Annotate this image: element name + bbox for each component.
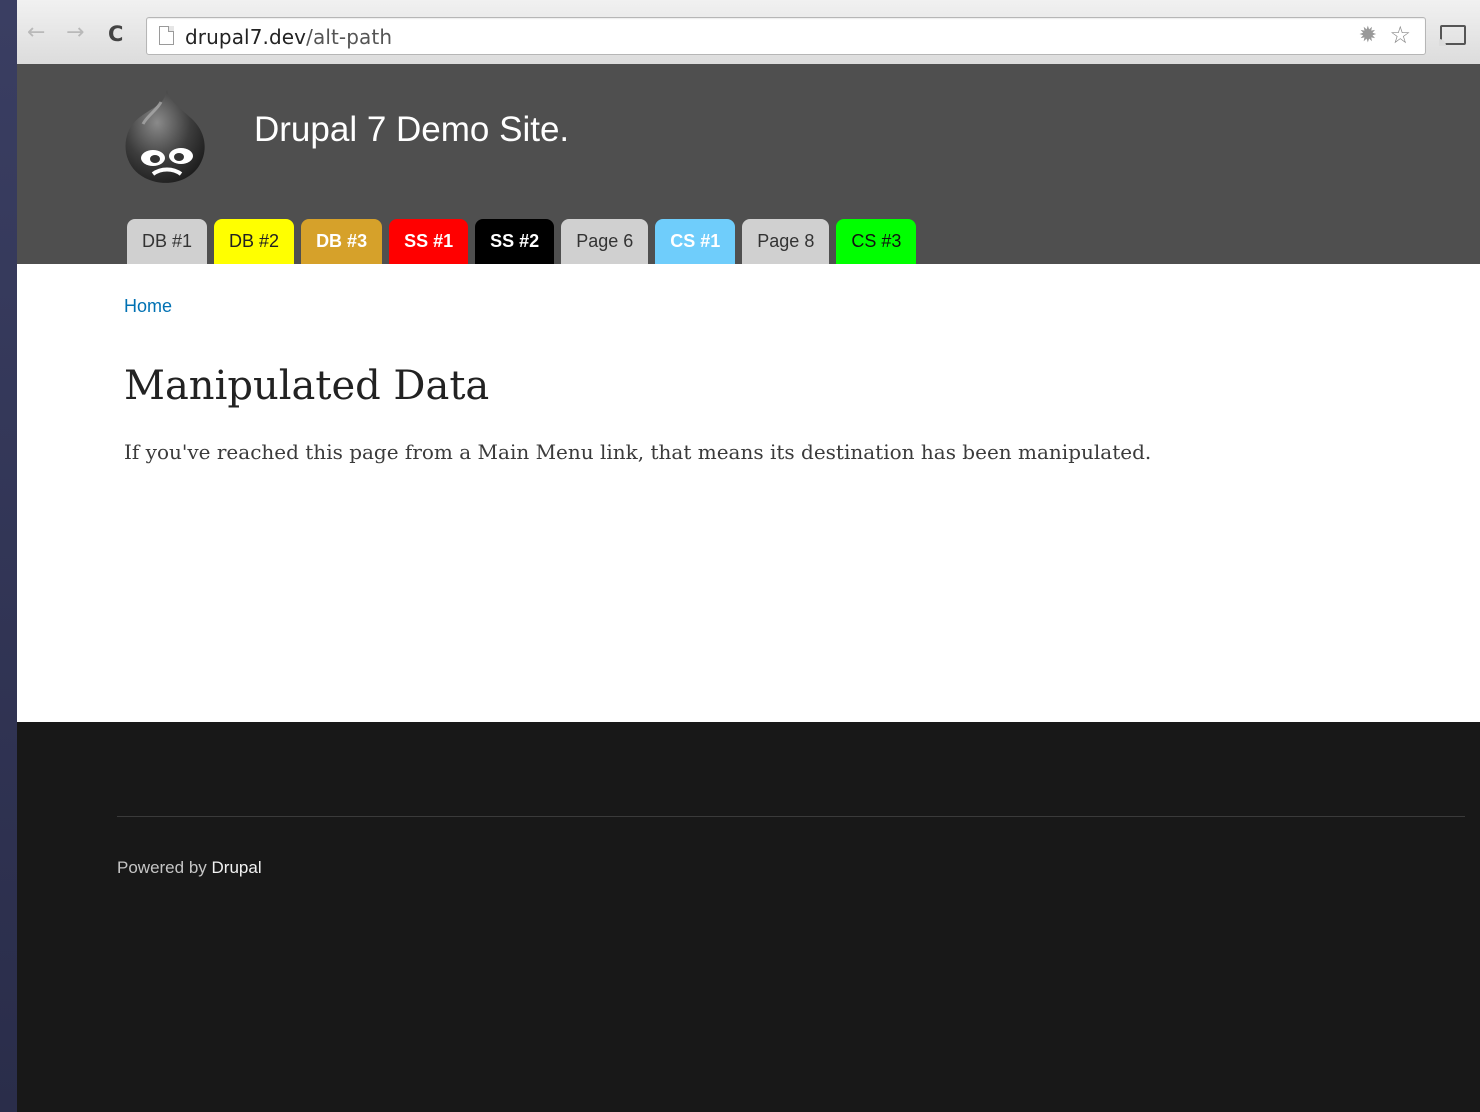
page-icon [159, 26, 174, 45]
url-host: drupal7.dev [185, 25, 307, 49]
menu-tab-page-6[interactable]: Page 6 [561, 219, 649, 264]
site-header: Drupal 7 Demo Site. DB #1 DB #2 DB #3 SS… [17, 64, 1480, 264]
back-arrow-icon[interactable]: ← [27, 22, 45, 44]
powered-by-prefix: Powered by [117, 858, 207, 877]
menu-tab-db-2[interactable]: DB #2 [214, 219, 295, 264]
page-title: Manipulated Data [124, 363, 490, 409]
menu-tab-cs-1[interactable]: CS #1 [655, 219, 736, 264]
footer-divider [117, 816, 1465, 817]
bookmark-star-icon[interactable]: ☆ [1389, 21, 1411, 49]
site-footer: Powered by Drupal [17, 722, 1480, 1112]
menu-tab-cs-3[interactable]: CS #3 [836, 219, 917, 264]
url-text[interactable]: drupal7.dev/alt-path [185, 25, 392, 49]
url-path: /alt-path [306, 25, 393, 49]
reload-icon[interactable]: C [108, 23, 123, 45]
page-body-text: If you've reached this page from a Main … [124, 440, 1152, 464]
menu-tab-page-8[interactable]: Page 8 [742, 219, 830, 264]
cast-icon[interactable] [1439, 25, 1466, 46]
address-bar[interactable]: drupal7.dev/alt-path ✹ ☆ [146, 17, 1426, 55]
drupal-link[interactable]: Drupal [212, 858, 262, 877]
menu-tab-db-3[interactable]: DB #3 [301, 219, 383, 264]
powered-by-text: Powered by Drupal [117, 858, 262, 878]
drupal-logo-icon[interactable] [123, 88, 207, 186]
menu-tab-db-1[interactable]: DB #1 [127, 219, 208, 264]
forward-arrow-icon[interactable]: → [66, 22, 84, 44]
browser-toolbar: ← → C drupal7.dev/alt-path ✹ ☆ [17, 0, 1480, 65]
breadcrumb-home-link[interactable]: Home [124, 296, 172, 317]
menu-tab-ss-2[interactable]: SS #2 [475, 219, 555, 264]
main-menu: DB #1 DB #2 DB #3 SS #1 SS #2 Page 6 CS … [127, 219, 917, 264]
browser-window: ← → C drupal7.dev/alt-path ✹ ☆ Drupal 7 … [17, 0, 1480, 1112]
site-name[interactable]: Drupal 7 Demo Site. [254, 110, 569, 150]
menu-tab-ss-1[interactable]: SS #1 [389, 219, 469, 264]
desktop-edge [0, 0, 17, 1112]
extension-gear-icon[interactable]: ✹ [1359, 23, 1377, 48]
